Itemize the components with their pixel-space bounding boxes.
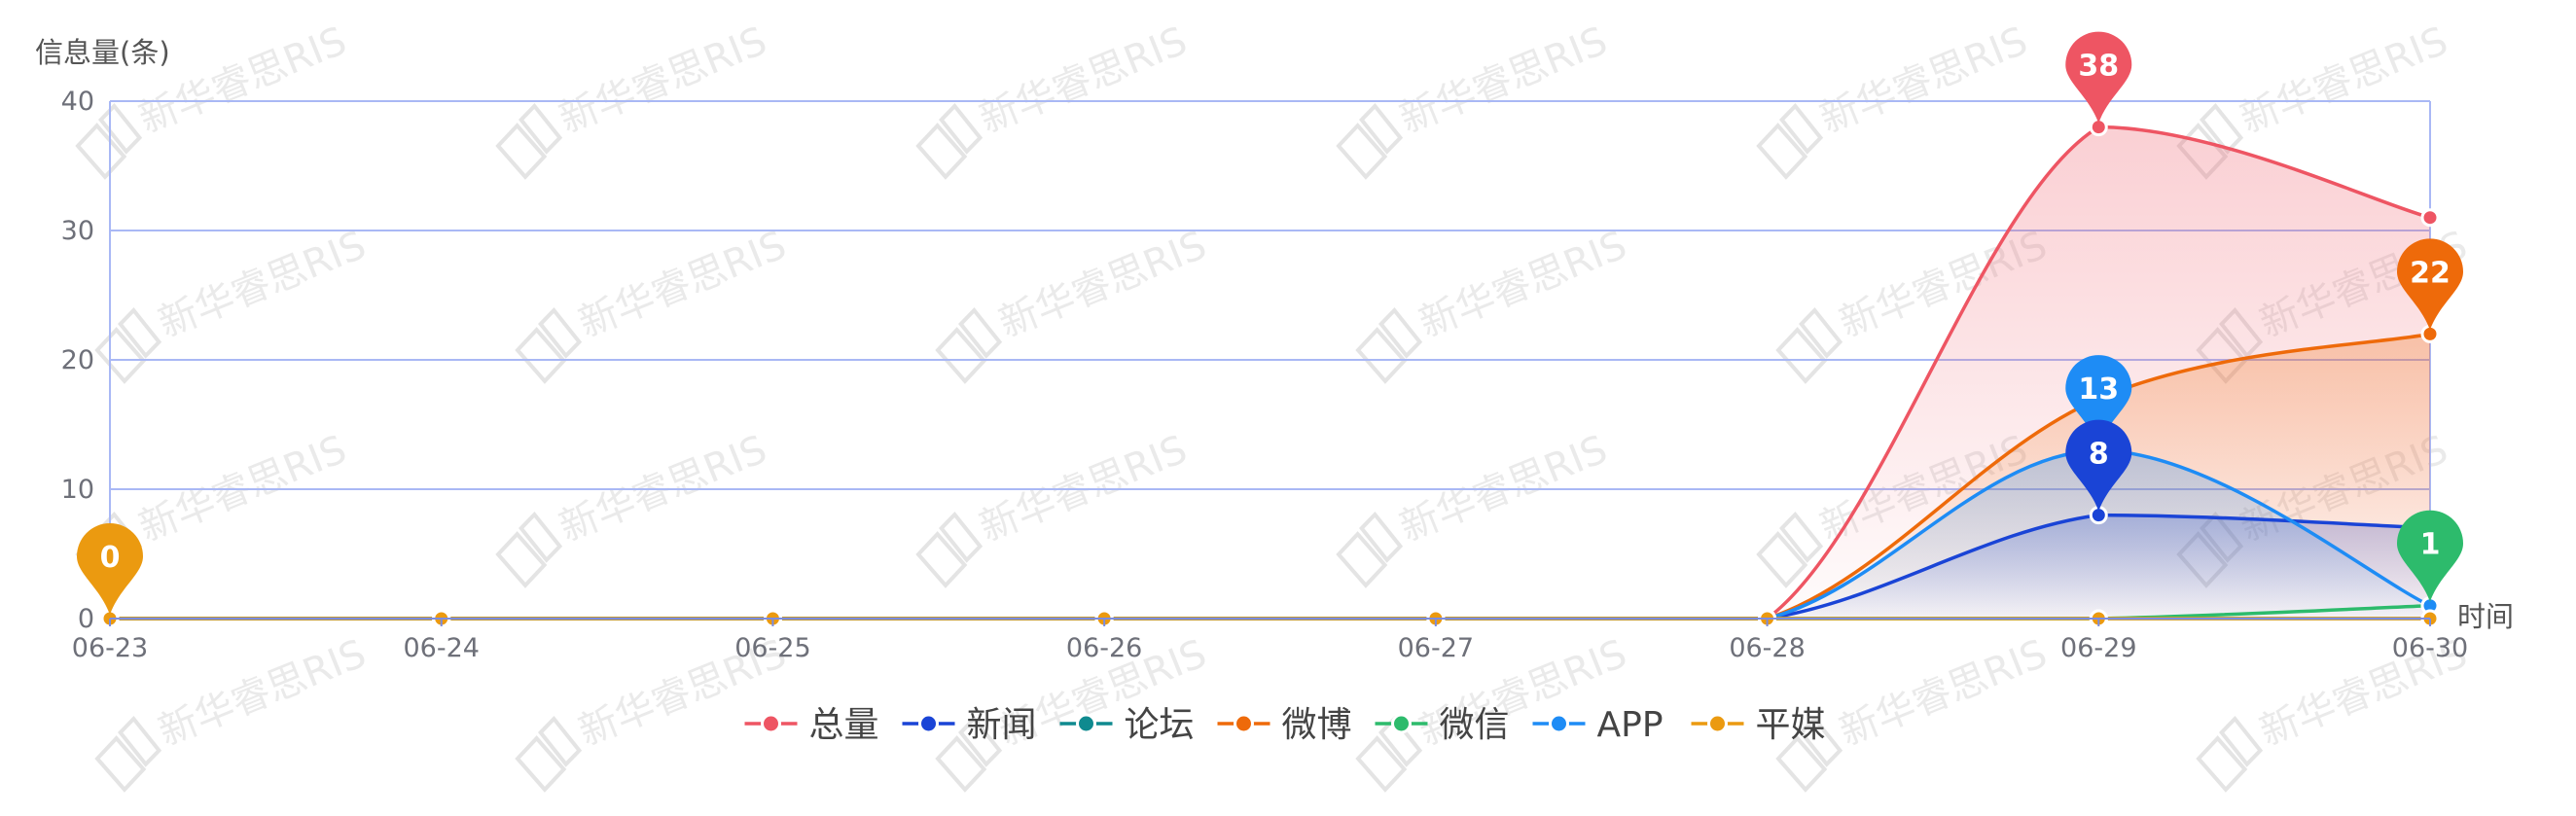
- watermark-logo: 新华睿思RIS: [94, 223, 373, 384]
- y-tick-label: 20: [61, 345, 94, 375]
- legend-label: APP: [1597, 705, 1664, 745]
- x-tick-label: 06-27: [1398, 633, 1474, 663]
- y-axis-title: 信息量(条): [35, 36, 170, 69]
- watermark-shield-icon: [94, 327, 147, 384]
- watermark-text: 新华睿思RIS: [554, 18, 773, 142]
- watermark-logo: 新华睿思RIS: [495, 427, 772, 588]
- legend-label: 平媒: [1756, 705, 1826, 745]
- watermark-logo: 新华睿思RIS: [915, 427, 1193, 588]
- watermark-logo: 新华睿思RIS: [495, 18, 773, 180]
- watermark-text: 新华睿思RIS: [1394, 18, 1614, 142]
- x-tick-label: 06-24: [403, 633, 479, 663]
- pin-label: 0: [100, 541, 121, 575]
- watermark-text: 新华睿思RIS: [2235, 18, 2454, 142]
- pin-label: 8: [2089, 438, 2109, 472]
- watermark-logo: 新华睿思RIS: [935, 223, 1213, 384]
- watermark-text: 新华睿思RIS: [153, 223, 373, 346]
- watermark-shield-icon: [94, 735, 147, 793]
- watermark-logo: 新华睿思RIS: [1355, 223, 1633, 384]
- annotation-pin: 0: [76, 522, 143, 615]
- legend-label: 微博: [1282, 705, 1352, 745]
- annotation-pin: 38: [2065, 31, 2132, 124]
- x-tick-label: 06-26: [1066, 633, 1142, 663]
- legend-label: 微信: [1440, 705, 1510, 745]
- watermark-text: 新华睿思RIS: [974, 18, 1194, 142]
- watermark-shield-icon: [915, 123, 968, 180]
- legend-item-微信[interactable]: 微信: [1375, 705, 1510, 745]
- watermark-logo: 新华睿思RIS: [515, 223, 793, 384]
- legend-item-APP[interactable]: APP: [1532, 705, 1664, 745]
- watermark-shield-icon: [515, 735, 567, 793]
- watermark-text: 新华睿思RIS: [993, 223, 1213, 346]
- watermark-shield-icon: [1355, 735, 1408, 793]
- watermark-shield-icon: [495, 531, 548, 588]
- watermark-shield-icon: [935, 327, 987, 384]
- watermark-text: 新华睿思RIS: [1413, 223, 1633, 346]
- legend-dot-icon: [1391, 713, 1412, 734]
- pin-label: 13: [2078, 373, 2119, 407]
- legend-dot-icon: [1707, 713, 1728, 734]
- data-point[interactable]: [2420, 208, 2440, 228]
- watermark-text: 新华睿思RIS: [153, 631, 373, 755]
- legend-item-新闻[interactable]: 新闻: [902, 705, 1037, 745]
- watermark-shield-icon: [1336, 531, 1388, 588]
- pin-label: 38: [2078, 50, 2119, 84]
- legend-dot-icon: [1234, 713, 1254, 734]
- y-tick-label: 30: [61, 216, 94, 246]
- y-tick-label: 40: [61, 87, 94, 117]
- line-chart: 新华睿思RIS 新华睿思RIS 新华睿思RIS 新华睿思RIS 新华睿思RIS 新华睿思R…: [35, 18, 2514, 793]
- watermark-text: 新华睿思RIS: [573, 223, 793, 346]
- watermark-logo: 新华睿思RIS: [1336, 427, 1613, 588]
- legend-label: 论坛: [1125, 705, 1195, 745]
- legend: 总量 新闻 论坛 微博 微信 APP 平媒: [744, 705, 1826, 745]
- watermark-shield-icon: [2196, 735, 2248, 793]
- legend-dot-icon: [1549, 713, 1569, 734]
- watermark-text: 新华睿思RIS: [1814, 18, 2034, 142]
- pin-label: 1: [2420, 528, 2441, 562]
- legend-item-平媒[interactable]: 平媒: [1691, 705, 1826, 745]
- legend-item-总量[interactable]: 总量: [744, 705, 879, 745]
- watermark-logo: 新华睿思RIS: [1336, 18, 1614, 180]
- legend-label: 总量: [809, 705, 879, 745]
- watermark-shield-icon: [1775, 327, 1828, 384]
- legend-label: 新闻: [967, 705, 1037, 745]
- x-tick-label: 06-30: [2392, 633, 2468, 663]
- watermark-shield-icon: [1756, 531, 1808, 588]
- x-tick-label: 06-29: [2060, 633, 2136, 663]
- watermark-shield-icon: [1336, 123, 1388, 180]
- x-tick-label: 06-25: [734, 633, 810, 663]
- watermark-logo: 新华睿思RIS: [1756, 18, 2034, 180]
- legend-item-微博[interactable]: 微博: [1217, 705, 1352, 745]
- watermark-logo: 新华睿思RIS: [915, 18, 1194, 180]
- x-axis-title: 时间: [2457, 600, 2514, 633]
- watermark-shield-icon: [515, 327, 567, 384]
- legend-dot-icon: [1076, 713, 1096, 734]
- legend-dot-icon: [918, 713, 939, 734]
- x-tick-label: 06-28: [1729, 633, 1805, 663]
- pin-label: 22: [2410, 256, 2451, 290]
- watermark-shield-icon: [1355, 327, 1408, 384]
- legend-dot-icon: [761, 713, 781, 734]
- watermark-shield-icon: [1756, 123, 1808, 180]
- y-tick-label: 10: [61, 475, 94, 505]
- watermark-shield-icon: [75, 123, 127, 180]
- x-tick-label: 06-23: [72, 633, 148, 663]
- watermark-shield-icon: [915, 531, 968, 588]
- watermark-text: 新华睿思RIS: [1834, 631, 2054, 755]
- watermark-shield-icon: [495, 123, 548, 180]
- y-tick-label: 0: [78, 604, 94, 634]
